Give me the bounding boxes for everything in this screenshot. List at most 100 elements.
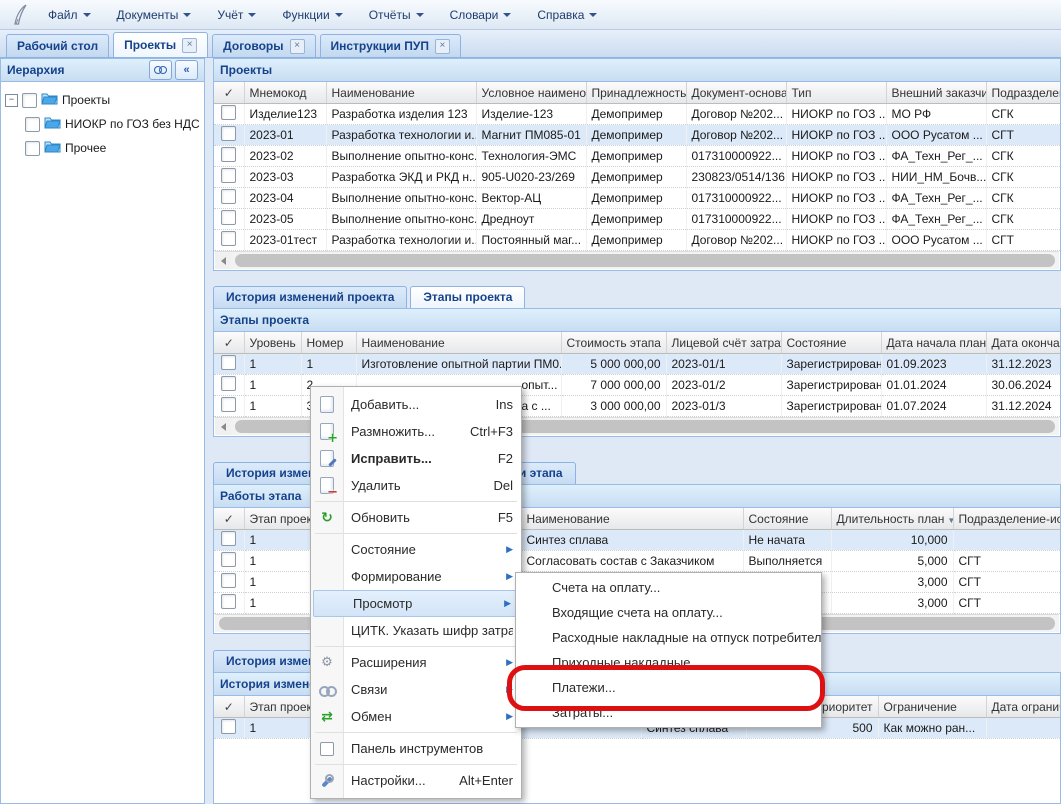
menu-item-edit[interactable]: Исправить...F2 — [311, 445, 521, 472]
select-all-header[interactable]: ✓ — [214, 508, 244, 530]
column-header[interactable]: Лицевой счёт затрат. — [666, 332, 781, 354]
tab-close-icon[interactable]: × — [290, 39, 305, 54]
menu-item-links[interactable]: Связи▶ — [311, 676, 521, 703]
dictionaries-menu[interactable]: Словари — [440, 5, 522, 25]
tree-item[interactable]: НИОКР по ГОЗ без НДС — [5, 112, 200, 136]
menu-item-extensions[interactable]: ⚙Расширения▶ — [311, 649, 521, 676]
menu-item-generation[interactable]: Формирование▶ — [311, 563, 521, 590]
tab-desktop[interactable]: Рабочий стол — [6, 34, 109, 57]
select-all-header[interactable]: ✓ — [214, 82, 244, 104]
column-header[interactable]: Наименование — [521, 508, 743, 530]
documents-menu[interactable]: Документы — [107, 5, 202, 25]
accounting-menu[interactable]: Учёт — [207, 5, 266, 25]
table-row[interactable]: Изделие123Разработка изделия 123Изделие-… — [214, 104, 1061, 125]
column-header[interactable]: Наименование — [326, 82, 476, 104]
menu-item-citk-cost-code[interactable]: ЦИТК. Указать шифр затрат... — [311, 617, 521, 644]
column-header[interactable]: Стоимость этапа — [561, 332, 666, 354]
row-checkbox[interactable] — [221, 231, 236, 246]
scroll-left-arrow-icon[interactable] — [215, 419, 231, 435]
select-all-header[interactable]: ✓ — [214, 696, 244, 718]
column-header[interactable]: Ограничение — [878, 696, 986, 718]
column-header[interactable]: Наименование — [356, 332, 561, 354]
tree-checkbox[interactable] — [22, 93, 37, 108]
menu-item-duplicate[interactable]: Размножить...Ctrl+F3 — [311, 418, 521, 445]
menu-item-settings[interactable]: Настройки...Alt+Enter — [311, 767, 521, 794]
table-row[interactable]: 2023-01тестРазработка технологии и...Пос… — [214, 230, 1061, 251]
tree-checkbox[interactable] — [25, 117, 40, 132]
table-row[interactable]: 2023-05Выполнение опытно-конс...Дредноут… — [214, 209, 1061, 230]
column-header[interactable]: Подразделение — [986, 82, 1061, 104]
file-menu[interactable]: Файл — [38, 5, 101, 25]
reports-menu[interactable]: Отчёты — [359, 5, 434, 25]
column-header[interactable]: Документ-основание — [686, 82, 786, 104]
submenu-item-outgoing-waybills[interactable]: Расходные накладные на отпуск потребител… — [516, 625, 821, 650]
tab-close-icon[interactable]: × — [435, 39, 450, 54]
tab-История изменений проекта[interactable]: История изменений проекта — [213, 286, 407, 308]
table-row[interactable]: 2023-02Выполнение опытно-конс...Технолог… — [214, 146, 1061, 167]
row-checkbox[interactable] — [221, 531, 236, 546]
table-row[interactable]: 2023-01Разработка технологии и...Магнит … — [214, 125, 1061, 146]
submenu-item-incoming-waybills[interactable]: Приходные накладные... — [516, 650, 821, 675]
menu-item-refresh[interactable]: ↻ОбновитьF5 — [311, 504, 521, 531]
menu-item-delete[interactable]: УдалитьDel — [311, 472, 521, 499]
column-header[interactable]: Дата ограничения — [986, 696, 1061, 718]
row-checkbox[interactable] — [221, 719, 236, 734]
column-header[interactable]: Номер — [301, 332, 356, 354]
row-checkbox[interactable] — [221, 168, 236, 183]
column-header[interactable]: Подразделение-исполнитель — [953, 508, 1061, 530]
menu-item-add[interactable]: Добавить...Ins — [311, 391, 521, 418]
menu-label: Учёт — [217, 8, 243, 22]
column-header[interactable]: Состояние — [781, 332, 881, 354]
menu-item-exchange[interactable]: ⇄Обмен▶ — [311, 703, 521, 730]
row-checkbox[interactable] — [221, 376, 236, 391]
row-checkbox[interactable] — [221, 105, 236, 120]
row-checkbox[interactable] — [221, 147, 236, 162]
submenu-item-payments[interactable]: Платежи... — [516, 675, 821, 700]
column-header[interactable]: Состояние — [743, 508, 831, 530]
help-menu[interactable]: Справка — [527, 5, 607, 25]
menu-item-view[interactable]: Просмотр▶ — [313, 590, 519, 617]
tab-pup-instructions[interactable]: Инструкции ПУП× — [320, 34, 461, 57]
select-all-header[interactable]: ✓ — [214, 332, 244, 354]
column-header[interactable]: Условное наименование — [476, 82, 586, 104]
hierarchy-search-button[interactable] — [149, 60, 172, 80]
submenu-item-invoices[interactable]: Счета на оплату... — [516, 575, 821, 600]
column-header[interactable]: Уровень — [244, 332, 301, 354]
tab-projects[interactable]: Проекты× — [113, 32, 208, 57]
menu-item-toolbar-toggle[interactable]: Панель инструментов — [311, 735, 521, 762]
row-checkbox[interactable] — [221, 594, 236, 609]
column-header[interactable]: Длительность план▼ — [831, 508, 953, 530]
table-row[interactable]: 2023-03Разработка ЭКД и РКД н...905-U020… — [214, 167, 1061, 188]
submenu-item-costs[interactable]: Затраты... — [516, 700, 821, 725]
tree-expander-icon[interactable]: − — [5, 94, 18, 107]
row-checkbox[interactable] — [221, 397, 236, 412]
row-checkbox[interactable] — [221, 573, 236, 588]
table-row[interactable]: 2023-04Выполнение опытно-конс...Вектор-А… — [214, 188, 1061, 209]
tab-close-icon[interactable]: × — [182, 38, 197, 53]
column-header[interactable]: Мнемокод — [244, 82, 326, 104]
sidebar-collapse-button[interactable]: « — [175, 60, 198, 80]
row-checkbox[interactable] — [221, 210, 236, 225]
tree-checkbox[interactable] — [25, 141, 40, 156]
functions-menu[interactable]: Функции — [272, 5, 352, 25]
submenu-item-incoming-invoices[interactable]: Входящие счета на оплату... — [516, 600, 821, 625]
tab-Этапы проекта[interactable]: Этапы проекта — [410, 286, 525, 308]
tree-item[interactable]: −Проекты — [5, 88, 200, 112]
row-checkbox[interactable] — [221, 552, 236, 567]
tab-contracts[interactable]: Договоры× — [212, 34, 315, 57]
table-row[interactable]: 11Изготовление опытной партии ПМ0...5 00… — [214, 354, 1061, 375]
tab-label: Рабочий стол — [17, 35, 98, 57]
row-checkbox[interactable] — [221, 126, 236, 141]
scrollbar-thumb[interactable] — [235, 254, 1055, 267]
column-header[interactable]: Внешний заказчик — [886, 82, 986, 104]
projects-hscrollbar[interactable] — [215, 251, 1059, 269]
row-checkbox[interactable] — [221, 355, 236, 370]
row-checkbox[interactable] — [221, 189, 236, 204]
column-header[interactable]: Дата начала план — [881, 332, 986, 354]
column-header[interactable]: Тип — [786, 82, 886, 104]
column-header[interactable]: Дата окончания — [986, 332, 1061, 354]
tree-item[interactable]: Прочее — [5, 136, 200, 160]
menu-item-state[interactable]: Состояние▶ — [311, 536, 521, 563]
column-header[interactable]: Принадлежность — [586, 82, 686, 104]
scroll-left-arrow-icon[interactable] — [215, 253, 231, 269]
